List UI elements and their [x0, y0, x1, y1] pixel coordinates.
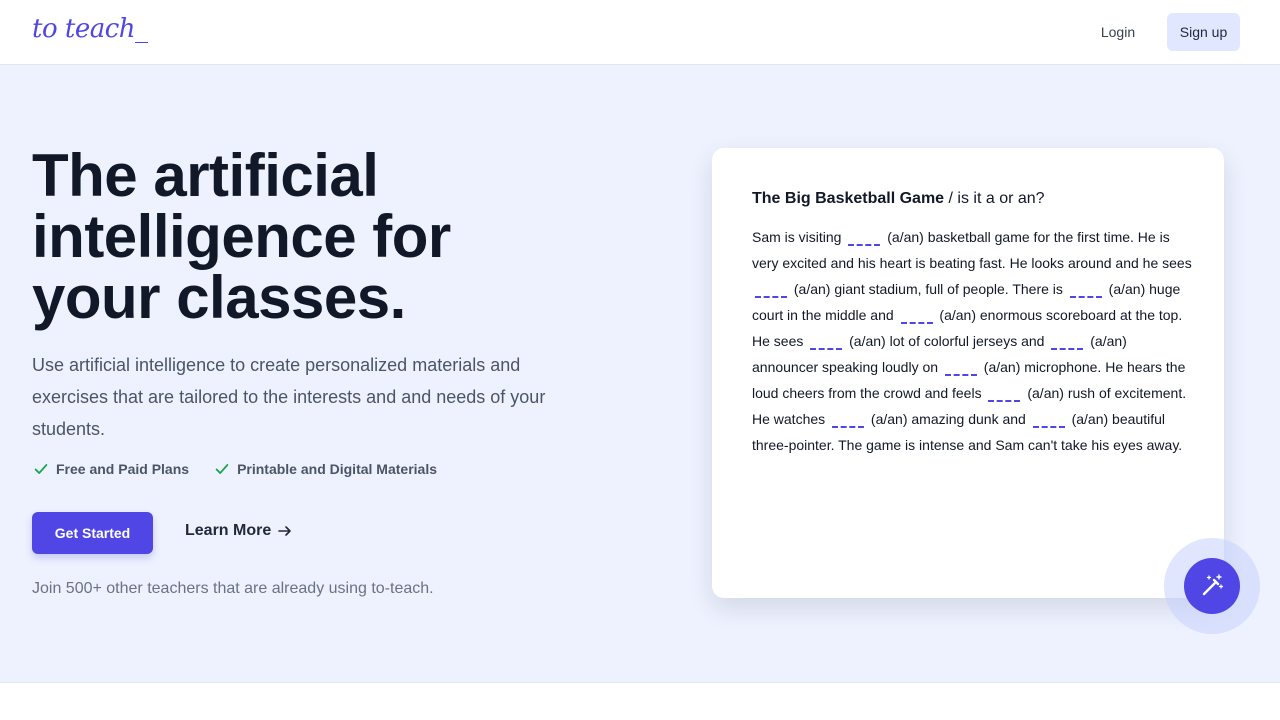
answer-blank[interactable] [944, 362, 977, 376]
headline-line: your classes. [32, 264, 406, 331]
check-icon [34, 464, 48, 474]
exercise-title-suffix: / is it a or an? [944, 190, 1045, 207]
exercise-title: The Big Basketball Game / is it a or an? [752, 190, 1045, 208]
answer-blank[interactable] [755, 284, 787, 298]
signup-button[interactable]: Sign up [1167, 13, 1240, 51]
story-text: (a/an) giant stadium, full of people. Th… [790, 281, 1067, 297]
hero-section: The artificial intelligence for your cla… [0, 65, 1280, 682]
logo[interactable]: to teach_ [32, 14, 148, 44]
answer-blank[interactable] [988, 388, 1021, 402]
login-button[interactable]: Login [1086, 13, 1150, 51]
exercise-story: Sam is visiting (a/an) basketball game f… [752, 224, 1192, 458]
arrow-right-icon [278, 526, 292, 536]
hero-subtext: Use artificial intelligence to create pe… [32, 355, 546, 439]
feature-label: Free and Paid Plans [56, 461, 190, 477]
feature-list: Free and Paid Plans Printable and Digita… [32, 460, 437, 478]
answer-blank[interactable] [900, 310, 933, 324]
magic-generate-button[interactable] [1184, 558, 1240, 614]
story-text: Sam is visiting [752, 229, 846, 245]
section-divider [0, 682, 1280, 683]
exercise-title-bold: The Big Basketball Game [752, 190, 945, 207]
check-icon [215, 464, 229, 474]
get-started-button[interactable]: Get Started [32, 512, 153, 554]
answer-blank[interactable] [810, 336, 843, 350]
headline-line: The artificial [32, 142, 379, 209]
answer-blank[interactable] [832, 414, 865, 428]
learn-more-link[interactable]: Learn More [185, 522, 293, 540]
learn-more-label: Learn More [185, 522, 272, 539]
feature-label: Printable and Digital Materials [237, 461, 437, 477]
exercise-preview-card: The Big Basketball Game / is it a or an?… [712, 148, 1224, 598]
story-text: (a/an) amazing dunk and [867, 411, 1030, 427]
join-text: Join 500+ other teachers that are alread… [32, 580, 434, 597]
feature-item: Free and Paid Plans [32, 460, 189, 478]
answer-blank[interactable] [1069, 284, 1102, 298]
top-navbar: to teach_ Login Sign up [0, 0, 1280, 65]
magic-wand-icon [1202, 574, 1224, 596]
answer-blank[interactable] [1051, 336, 1084, 350]
hero-headline: The artificial intelligence for your cla… [32, 145, 592, 328]
magic-button-halo [1164, 538, 1260, 634]
answer-blank[interactable] [848, 232, 881, 246]
answer-blank[interactable] [1032, 414, 1065, 428]
headline-line: intelligence for [32, 203, 451, 270]
story-text: (a/an) lot of colorful jerseys and [845, 333, 1049, 349]
feature-item: Printable and Digital Materials [213, 460, 437, 478]
